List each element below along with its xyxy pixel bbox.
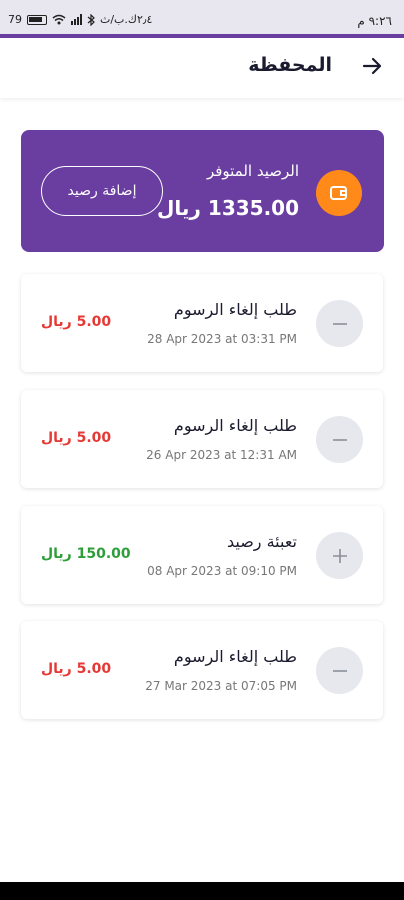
- transaction-amount: 5.00 ريال: [41, 430, 112, 446]
- plus-icon: [316, 532, 363, 579]
- transaction-title: تعبئة رصيد: [226, 532, 297, 551]
- transaction-item: طلب إلغاء الرسوم 27 Mar 2023 at 07:05 PM…: [21, 621, 383, 719]
- system-nav-bar: [0, 882, 404, 900]
- transaction-item: طلب إلغاء الرسوم 28 Apr 2023 at 03:31 PM…: [21, 274, 383, 372]
- wallet-balance-card: الرصيد المتوفر 1335.00 ريال إضافة رصيد: [21, 130, 384, 252]
- transaction-date: 27 Mar 2023 at 07:05 PM: [145, 679, 297, 693]
- transaction-date: 28 Apr 2023 at 03:31 PM: [147, 332, 297, 346]
- app-header: المحفظة: [0, 38, 404, 98]
- network-speed: ٢٫٤ك.ب/ث: [100, 13, 153, 26]
- page-title: المحفظة: [248, 54, 332, 76]
- wifi-icon: [52, 14, 66, 25]
- add-balance-button[interactable]: إضافة رصيد: [41, 166, 163, 216]
- transaction-title: طلب إلغاء الرسوم: [173, 300, 297, 319]
- transaction-date: 26 Apr 2023 at 12:31 AM: [146, 448, 297, 462]
- signal-icon: [71, 14, 82, 25]
- battery-percent: 79: [8, 13, 22, 26]
- battery-icon: [27, 14, 47, 25]
- transaction-item: طلب إلغاء الرسوم 26 Apr 2023 at 12:31 AM…: [21, 390, 383, 488]
- minus-icon: [316, 300, 363, 347]
- balance-label: الرصيد المتوفر: [206, 162, 299, 180]
- bluetooth-icon: [87, 13, 95, 26]
- status-icons: 79 ٢٫٤ك.ب/ث: [8, 13, 152, 26]
- transaction-amount: 5.00 ريال: [41, 314, 112, 330]
- minus-icon: [316, 647, 363, 694]
- transaction-amount: 150.00 ريال: [41, 546, 131, 562]
- transaction-amount: 5.00 ريال: [41, 661, 112, 677]
- balance-value: 1335.00 ريال: [157, 196, 299, 220]
- transaction-title: طلب إلغاء الرسوم: [173, 416, 297, 435]
- minus-icon: [316, 416, 363, 463]
- status-bar: 79 ٢٫٤ك.ب/ث ٩:٢٦ م: [0, 0, 404, 38]
- status-time: ٩:٢٦ م: [357, 14, 392, 28]
- wallet-icon: [316, 170, 362, 216]
- transaction-item: تعبئة رصيد 08 Apr 2023 at 09:10 PM 150.0…: [21, 506, 383, 604]
- transaction-date: 08 Apr 2023 at 09:10 PM: [147, 564, 297, 578]
- transaction-title: طلب إلغاء الرسوم: [173, 647, 297, 666]
- back-arrow-icon[interactable]: [360, 54, 384, 78]
